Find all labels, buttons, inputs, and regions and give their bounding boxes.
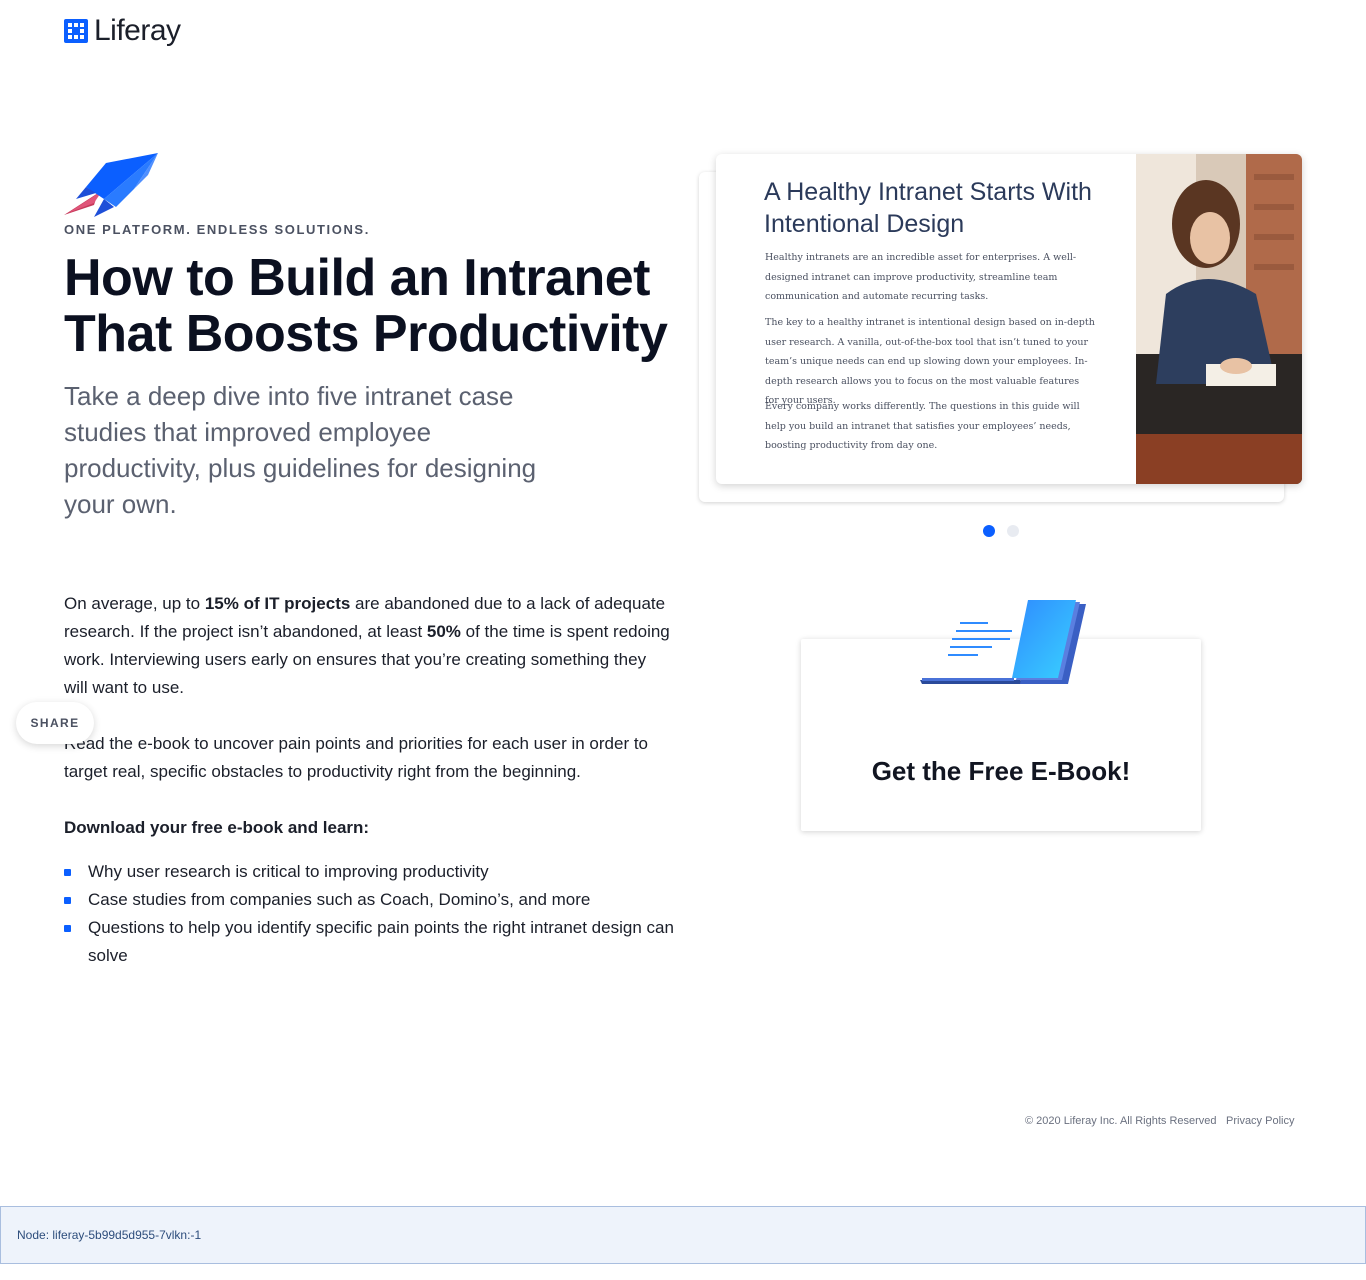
carousel-dot-2[interactable] [1007,525,1019,537]
node-info-bar: Node: liferay-5b99d5d955-7vlkn:-1 [0,1206,1366,1264]
eyebrow-text: ONE PLATFORM. ENDLESS SOLUTIONS. [64,222,370,237]
liferay-logo-icon [64,19,88,43]
slide-paragraph: Every company works differently. The que… [765,401,1080,451]
bullet-icon [64,897,71,904]
intro-text: On average, up to [64,594,205,613]
carousel-dots [983,525,1019,537]
list-item: Questions to help you identify specific … [64,914,674,970]
copyright-text: © 2020 Liferay Inc. All Rights Reserved [1025,1115,1217,1127]
logo-text: Liferay [94,14,181,47]
rocket-icon [64,153,158,217]
bullet-icon [64,869,71,876]
list-item-text: Questions to help you identify specific … [88,918,674,965]
carousel-slide[interactable]: A Healthy Intranet Starts With Intention… [716,154,1302,484]
intro-paragraph: On average, up to 15% of IT projects are… [64,590,674,702]
list-item-text: Case studies from companies such as Coac… [88,890,591,909]
list-item: Case studies from companies such as Coac… [64,886,674,914]
stat-redo-percent: 50% [426,622,461,641]
get-ebook-button[interactable]: Get the Free E-Book! [801,756,1201,787]
woman-writing-photo [1136,154,1302,484]
learn-heading: Download your free e-book and learn: [64,818,370,837]
ebook-paragraph: Read the e-book to uncover pain points a… [64,734,649,781]
share-button[interactable]: SHARE [16,702,94,744]
carousel-dot-1[interactable] [983,525,995,537]
stat-it-projects: 15% of IT projects [204,594,351,613]
node-info-text: Node: liferay-5b99d5d955-7vlkn:-1 [17,1228,202,1242]
bullet-icon [64,925,71,932]
privacy-policy-link[interactable]: Privacy Policy [1226,1115,1294,1127]
learn-list: Why user research is critical to improvi… [64,858,674,970]
slide-paragraph: Healthy intranets are an incredible asse… [765,252,1077,302]
ebook-icon [920,600,1086,684]
list-item-text: Why user research is critical to improvi… [88,862,489,881]
slide-paragraph: The key to a healthy intranet is intenti… [765,317,1095,406]
page-subtitle: Take a deep dive into five intranet case… [64,381,537,519]
page-title: How to Build an Intranet That Boosts Pro… [64,249,668,363]
liferay-logo[interactable]: Liferay [64,14,181,48]
slide-title: A Healthy Intranet Starts With Intention… [764,178,1092,238]
list-item: Why user research is critical to improvi… [64,858,674,886]
